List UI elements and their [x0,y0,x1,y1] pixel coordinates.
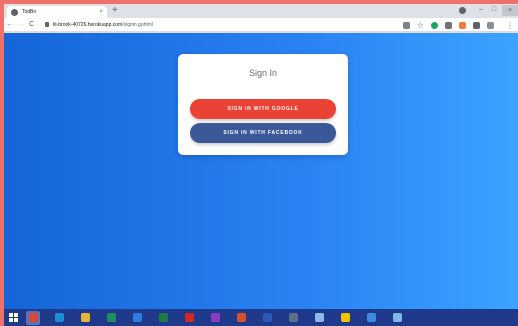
grammarly-icon[interactable] [431,21,438,29]
taskbar-item-chat[interactable] [338,311,352,325]
taskbar-item-store[interactable] [104,311,118,325]
close-window-button[interactable]: × [502,4,518,16]
url-path: /signin.gohtml [122,21,154,28]
taskbar-apps [20,310,404,325]
tab-strip: TodBo × + – □ × [4,4,518,18]
taskbar-item-vscode[interactable] [130,311,144,325]
snipping-icon [288,313,298,322]
star-icon[interactable]: ☆ [417,21,424,29]
address-bar[interactable]: lit-brook-40726.herokuapp.com /signin.go… [41,19,401,31]
toolbar-icons: ☆ ⋮ [396,18,514,32]
excel-icon [158,313,168,322]
taskbar-item-acrobat[interactable] [182,311,196,325]
store-icon [106,313,116,322]
puzzle-icon[interactable] [473,21,480,29]
reload-button[interactable]: C [26,18,37,32]
taskbar-item-notepad[interactable] [312,311,326,325]
extension-icon[interactable] [445,21,452,29]
orange-extension-icon[interactable] [459,21,466,29]
photos-icon [392,313,402,322]
page-title: Sign In [248,68,278,78]
windows-logo-icon [8,313,18,322]
powerpoint-icon [236,313,246,322]
profile-icon[interactable] [459,6,466,14]
url-host: lit-brook-40726.herokuapp.com [53,21,123,28]
onenote-icon [210,313,220,322]
tab-title: TodBo [22,9,37,15]
taskbar-item-powerpoint[interactable] [234,311,248,325]
back-button[interactable]: ← [4,18,15,32]
taskbar-item-file-explorer[interactable] [78,311,92,325]
acrobat-icon [184,313,194,322]
taskbar-item-edge[interactable] [52,311,66,325]
browser-window: TodBo × + – □ × ← → C lit-brook-40726.he… [4,4,518,309]
signin-card: Sign In SIGN IN WITH GOOGLE SIGN IN WITH… [178,54,348,155]
lock-icon[interactable] [45,22,49,27]
taskbar-item-snipping[interactable] [286,311,300,325]
kebab-menu-icon[interactable]: ⋮ [506,21,514,29]
chat-icon [340,313,350,322]
translate-icon[interactable] [402,21,410,29]
page-viewport: Sign In SIGN IN WITH GOOGLE SIGN IN WITH… [4,33,518,309]
taskbar-item-calendar[interactable] [364,311,378,325]
new-tab-button[interactable]: + [112,5,118,17]
maximize-button[interactable]: □ [489,4,499,16]
browser-toolbar: ← → C lit-brook-40726.herokuapp.com /sig… [4,18,518,32]
reading-list-icon[interactable] [487,21,494,29]
file-explorer-icon [80,313,90,322]
google-signin-button[interactable]: SIGN IN WITH GOOGLE [190,99,336,119]
windows-taskbar [4,309,518,326]
close-tab-icon[interactable]: × [99,9,103,15]
chrome-icon [28,313,38,322]
globe-icon [11,8,18,16]
taskbar-item-word[interactable] [260,311,274,325]
browser-tab[interactable]: TodBo × [7,6,107,18]
window-controls: – □ × [459,4,518,16]
taskbar-item-onenote[interactable] [208,311,222,325]
start-button[interactable] [6,309,20,326]
calendar-icon [366,313,376,322]
edge-icon [54,313,64,322]
forward-button[interactable]: → [15,18,26,32]
vscode-icon [132,313,142,322]
facebook-signin-button[interactable]: SIGN IN WITH FACEBOOK [190,123,336,143]
taskbar-item-chrome[interactable] [26,310,40,325]
notepad-icon [314,313,324,322]
taskbar-item-photos[interactable] [390,311,404,325]
word-icon [262,313,272,322]
minimize-button[interactable]: – [476,4,486,16]
taskbar-item-excel[interactable] [156,311,170,325]
